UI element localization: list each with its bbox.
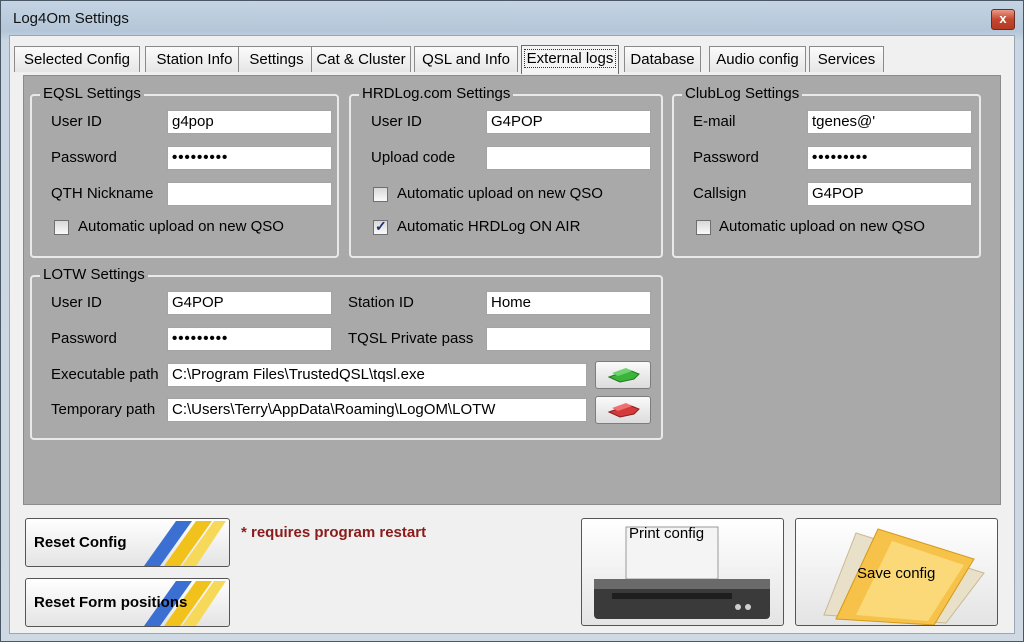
close-icon: x: [999, 11, 1007, 26]
eqsl-password-input[interactable]: •••••••••: [167, 146, 332, 170]
hrdlog-user-id-label: User ID: [371, 113, 422, 130]
clublog-group-title: ClubLog Settings: [682, 85, 803, 102]
lotw-password-input[interactable]: •••••••••: [167, 327, 332, 351]
lotw-temp-path-input[interactable]: C:\Users\Terry\AppData\Roaming\LogOM\LOT…: [167, 398, 587, 422]
tab-external-logs[interactable]: External logs: [521, 45, 619, 74]
hrdlog-auto-upload-label: Automatic upload on new QSO: [397, 185, 603, 202]
eqsl-user-id-input[interactable]: g4pop: [167, 110, 332, 134]
lotw-station-id-input[interactable]: Home: [486, 291, 651, 315]
eqsl-qth-input[interactable]: [167, 182, 332, 206]
eqsl-password-label: Password: [51, 149, 117, 166]
hrdlog-auto-upload-checkbox[interactable]: [373, 187, 388, 202]
clublog-callsign-label: Callsign: [693, 185, 747, 202]
tab-station-info[interactable]: Station Info: [145, 46, 244, 72]
hrdlog-upload-code-label: Upload code: [371, 149, 456, 166]
green-folder-icon: [607, 368, 640, 383]
save-config-button[interactable]: Save config: [795, 518, 998, 626]
tab-database[interactable]: Database: [624, 46, 701, 72]
eqsl-qth-label: QTH Nickname: [51, 185, 154, 202]
eqsl-group: EQSL Settings User ID g4pop Password •••…: [30, 85, 339, 258]
save-config-label: Save config: [857, 565, 936, 582]
lotw-user-id-input[interactable]: G4POP: [167, 291, 332, 315]
close-button[interactable]: x: [991, 9, 1015, 30]
lotw-password-label: Password: [51, 330, 117, 347]
external-logs-panel: EQSL Settings User ID g4pop Password •••…: [23, 75, 1001, 505]
clublog-email-label: E-mail: [693, 113, 736, 130]
hrdlog-user-id-input[interactable]: G4POP: [486, 110, 651, 134]
title-bar[interactable]: Log4Om Settings x: [1, 1, 1023, 35]
print-config-button[interactable]: Print config: [581, 518, 784, 626]
window-title: Log4Om Settings: [13, 10, 129, 27]
lotw-exe-path-input[interactable]: C:\Program Files\TrustedQSL\tqsl.exe: [167, 363, 587, 387]
hrdlog-upload-code-input[interactable]: [486, 146, 651, 170]
lotw-group-title: LOTW Settings: [40, 266, 148, 283]
hrdlog-group: HRDLog.com Settings User ID G4POP Upload…: [349, 85, 663, 258]
hrdlog-on-air-checkbox[interactable]: [373, 218, 388, 235]
restart-note: * requires program restart: [241, 524, 427, 541]
tab-audio-config[interactable]: Audio config: [709, 46, 806, 72]
eqsl-auto-upload-label: Automatic upload on new QSO: [78, 218, 284, 235]
clublog-email-input[interactable]: tgenes@': [807, 110, 972, 134]
clublog-password-input[interactable]: •••••••••: [807, 146, 972, 170]
tab-services[interactable]: Services: [809, 46, 884, 72]
clublog-group: ClubLog Settings E-mail tgenes@' Passwor…: [672, 85, 981, 258]
tab-cat-cluster[interactable]: Cat & Cluster: [311, 46, 411, 72]
browse-exe-button[interactable]: [595, 361, 651, 389]
lotw-user-id-label: User ID: [51, 294, 102, 311]
browse-temp-button[interactable]: [595, 396, 651, 424]
red-folder-icon: [607, 403, 640, 418]
reset-config-button[interactable]: Reset Config: [25, 518, 230, 567]
clublog-auto-upload-label: Automatic upload on new QSO: [719, 218, 925, 235]
tab-qsl-info[interactable]: QSL and Info: [414, 46, 518, 72]
eqsl-user-id-label: User ID: [51, 113, 102, 130]
lotw-station-id-label: Station ID: [348, 294, 414, 311]
lotw-tqsl-pass-label: TQSL Private pass: [348, 330, 474, 347]
hrdlog-on-air-label: Automatic HRDLog ON AIR: [397, 218, 581, 235]
eqsl-group-title: EQSL Settings: [40, 85, 144, 102]
eqsl-auto-upload-checkbox[interactable]: [54, 220, 69, 235]
reset-form-positions-label: Reset Form positions: [34, 594, 188, 611]
tab-settings[interactable]: Settings: [238, 46, 315, 72]
lotw-tqsl-pass-input[interactable]: [486, 327, 651, 351]
reset-form-positions-button[interactable]: Reset Form positions: [25, 578, 230, 627]
reset-config-label: Reset Config: [34, 534, 127, 551]
clublog-auto-upload-checkbox[interactable]: [696, 220, 711, 235]
clublog-callsign-input[interactable]: G4POP: [807, 182, 972, 206]
lotw-temp-path-label: Temporary path: [51, 401, 156, 418]
lotw-exe-path-label: Executable path: [51, 366, 159, 383]
print-config-label: Print config: [629, 525, 705, 542]
hrdlog-group-title: HRDLog.com Settings: [359, 85, 514, 102]
clublog-password-label: Password: [693, 149, 759, 166]
lotw-group: LOTW Settings User ID G4POP Station ID H…: [30, 266, 663, 440]
tab-selected-config[interactable]: Selected Config: [14, 46, 140, 72]
